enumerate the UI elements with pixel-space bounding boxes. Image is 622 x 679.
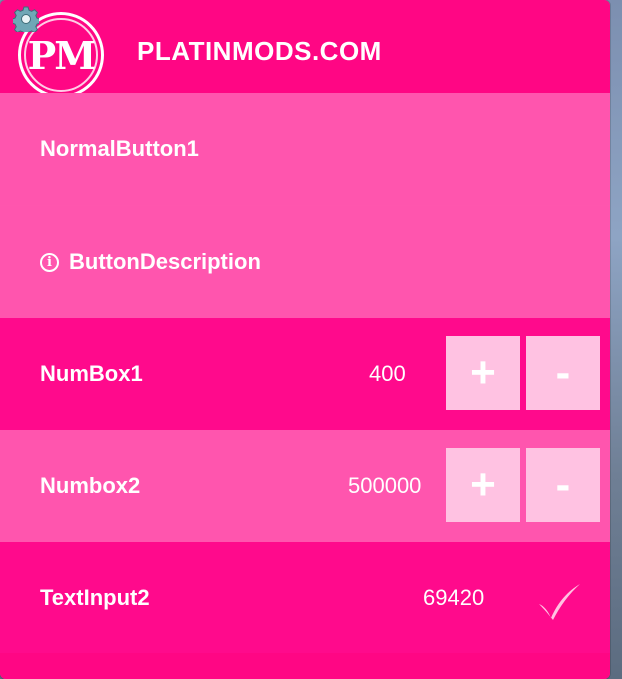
numbox-2-decrement-button[interactable]: - bbox=[526, 448, 600, 522]
text-input-2-label: TextInput2 bbox=[40, 585, 150, 610]
menu-title: PLATINMODS.COM bbox=[137, 36, 382, 66]
numbox-2-increment-button[interactable]: + bbox=[446, 448, 520, 522]
info-icon: i bbox=[40, 252, 59, 272]
numbox-1-increment-button[interactable]: + bbox=[446, 336, 520, 410]
gear-icon[interactable] bbox=[13, 6, 39, 32]
numbox-2-row: Numbox2 500000 + - bbox=[0, 430, 610, 542]
normal-button-1-label: NormalButton1 bbox=[40, 136, 199, 161]
minus-icon: - bbox=[555, 348, 571, 397]
minus-icon: - bbox=[555, 460, 571, 509]
plus-icon: + bbox=[470, 460, 496, 509]
logo-text: PM bbox=[27, 32, 97, 78]
button-description-label: ButtonDescription bbox=[69, 249, 261, 274]
button-description: i ButtonDescription bbox=[40, 206, 261, 318]
text-input-2-value[interactable]: 69420 bbox=[423, 542, 484, 654]
mod-menu-panel: PM PLATINMODS.COM NormalButton1 i Button… bbox=[0, 0, 610, 679]
text-input-2-row[interactable]: TextInput2 69420 bbox=[0, 542, 610, 654]
button-description-row[interactable]: i ButtonDescription bbox=[0, 206, 610, 318]
menu-header[interactable]: PM PLATINMODS.COM bbox=[0, 0, 610, 98]
numbox-1-value: 400 bbox=[369, 361, 406, 386]
normal-button-1[interactable]: NormalButton1 bbox=[0, 93, 610, 205]
menu-footer bbox=[0, 653, 610, 679]
numbox-2-label: Numbox2 bbox=[40, 473, 141, 498]
numbox-2-value: 500000 bbox=[348, 473, 422, 498]
numbox-1-decrement-button[interactable]: - bbox=[526, 336, 600, 410]
numbox-1-row: NumBox1 400 + - bbox=[0, 318, 610, 430]
plus-icon: + bbox=[470, 348, 496, 397]
numbox-1-label: NumBox1 bbox=[40, 361, 143, 386]
checkmark-icon[interactable] bbox=[536, 582, 582, 622]
